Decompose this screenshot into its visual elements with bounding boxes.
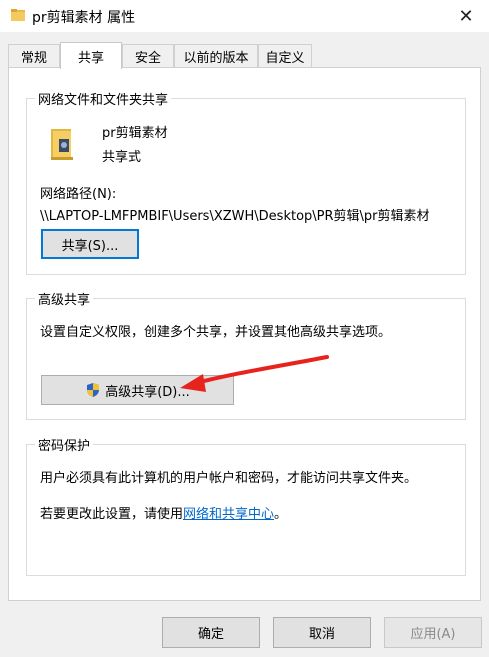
share-button[interactable]: 共享(S)...	[41, 229, 139, 259]
tab-sharing[interactable]: 共享	[60, 42, 122, 69]
apply-button[interactable]: 应用(A)	[384, 617, 482, 648]
ok-button-label: 确定	[197, 627, 224, 642]
uac-shield-icon	[87, 383, 100, 397]
change-setting-suffix: 。	[274, 507, 288, 522]
network-sharing-group: 网络文件和文件夹共享 pr剪辑素材 共享式 网络路径(N): \\LAPTOP-…	[26, 89, 466, 275]
tab-previous-versions[interactable]: 以前的版本	[174, 44, 258, 68]
cancel-button[interactable]: 取消	[273, 617, 371, 648]
network-path-value: \\LAPTOP-LMFPMBIF\Users\XZWH\Desktop\PR剪…	[40, 209, 430, 224]
change-setting-text: 若要更改此设置，请使用网络和共享中心。	[40, 503, 287, 522]
title-bar: pr剪辑素材 属性 ✕	[0, 0, 489, 32]
tab-customize[interactable]: 自定义	[258, 44, 312, 68]
advanced-sharing-group: 高级共享 设置自定义权限，创建多个共享，并设置其他高级共享选项。 高级共享(D)…	[26, 289, 466, 420]
close-icon: ✕	[458, 5, 474, 27]
tab-general[interactable]: 常规	[8, 44, 60, 68]
close-button[interactable]: ✕	[443, 0, 489, 32]
password-protection-description: 用户必须具有此计算机的用户帐户和密码，才能访问共享文件夹。	[40, 471, 418, 486]
share-status: 共享式	[102, 150, 142, 165]
window-title: pr剪辑素材 属性	[32, 10, 136, 26]
advanced-sharing-button[interactable]: 高级共享(D)...	[41, 375, 234, 405]
share-button-label: 共享(S)...	[61, 238, 119, 254]
network-path-label: 网络路径(N):	[40, 187, 117, 202]
advanced-sharing-title: 高级共享	[35, 289, 94, 308]
apply-button-label: 应用(A)	[410, 627, 456, 642]
advanced-sharing-description: 设置自定义权限，创建多个共享，并设置其他高级共享选项。	[40, 325, 392, 340]
password-protection-group: 密码保护 用户必须具有此计算机的用户帐户和密码，才能访问共享文件夹。 若要更改此…	[26, 435, 466, 576]
folder-icon	[11, 9, 25, 21]
ok-button[interactable]: 确定	[162, 617, 260, 648]
tab-security[interactable]: 安全	[122, 44, 174, 68]
advanced-sharing-button-label: 高级共享(D)...	[105, 384, 190, 400]
shared-folder-icon	[51, 129, 73, 160]
sharing-panel: 网络文件和文件夹共享 pr剪辑素材 共享式 网络路径(N): \\LAPTOP-…	[8, 67, 481, 601]
password-protection-title: 密码保护	[35, 435, 94, 454]
network-sharing-title: 网络文件和文件夹共享	[35, 89, 172, 108]
cancel-button-label: 取消	[308, 627, 335, 642]
change-setting-prefix: 若要更改此设置，请使用	[40, 507, 184, 522]
folder-name: pr剪辑素材	[102, 126, 168, 141]
network-sharing-center-link[interactable]: 网络和共享中心	[183, 507, 274, 522]
